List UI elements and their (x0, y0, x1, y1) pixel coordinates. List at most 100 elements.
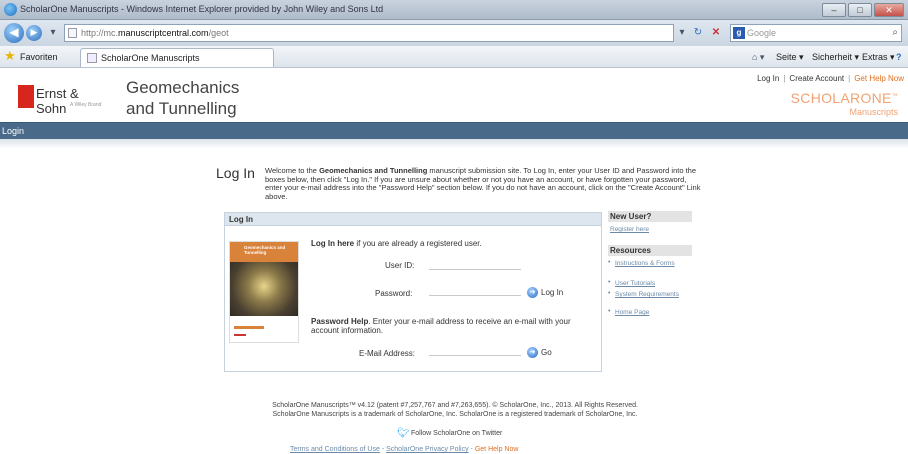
welcome-text: Welcome to the Geomechanics and Tunnelli… (265, 166, 705, 202)
maximize-button[interactable]: □ (848, 3, 872, 17)
twitter-icon[interactable]: 🐦︎ (397, 428, 410, 439)
new-user-heading: New User? (608, 211, 692, 222)
extras-menu[interactable]: Extras ▾ (862, 52, 895, 63)
resources-heading: Resources (608, 245, 692, 256)
nav-login-link[interactable]: Login (2, 126, 24, 136)
privacy-link[interactable]: ScholarOne Privacy Policy (386, 446, 468, 453)
scholarone-sub: Manuscripts (849, 107, 898, 117)
go-arrow-icon: ➜ (527, 287, 538, 298)
register-link[interactable]: Register here (610, 226, 649, 234)
password-help-text: Password Help. Enter your e-mail address… (311, 317, 595, 335)
logo-subtext: A Wiley Brand (70, 102, 102, 108)
journal-title: Geomechanics and Tunnelling (126, 77, 239, 119)
url-dropdown[interactable]: ▾ (676, 25, 688, 41)
url-prefix: http://mc. (81, 28, 119, 38)
tab-page-icon (87, 53, 97, 63)
login-panel: Log In Geomechanics and Tunnelling Log I… (224, 212, 602, 372)
ie-icon (4, 3, 17, 16)
journal-cover-image: Geomechanics and Tunnelling (229, 241, 299, 343)
refresh-icon[interactable]: ↻ (690, 25, 706, 41)
email-label: E-Mail Address: (359, 349, 416, 358)
window-titlebar: ScholarOne Manuscripts - Windows Interne… (0, 0, 908, 20)
browser-tab[interactable]: ScholarOne Manuscripts (80, 48, 274, 67)
login-panel-header: Log In (225, 213, 601, 226)
welcome-pre: Welcome to the (265, 166, 320, 175)
copyright-line-1: ScholarOne Manuscripts™ v4.12 (patent #7… (272, 402, 638, 409)
login-here-rest: if you are already a registered user. (354, 239, 482, 248)
resource-link-tutorials[interactable]: User Tutorials (615, 280, 655, 288)
journal-title-line1: Geomechanics (126, 78, 240, 97)
create-account-link[interactable]: Create Account (789, 74, 844, 83)
help-icon[interactable]: ? (896, 52, 902, 62)
google-icon: g (733, 27, 745, 39)
login-button-label: Log In (541, 288, 564, 297)
login-here-bold: Log In here (311, 239, 355, 248)
bullet-icon: • (608, 279, 611, 286)
copyright-line-2: ScholarOne Manuscripts is a trademark of… (272, 410, 638, 418)
url-field[interactable]: http://mc.manuscriptcentral.com/geot (64, 24, 674, 42)
minimize-button[interactable]: – (822, 3, 846, 17)
page-title: Log In (216, 165, 255, 181)
history-dropdown[interactable]: ▾ (46, 25, 60, 41)
get-help-link[interactable]: Get Help Now (854, 74, 904, 83)
close-window-button[interactable]: ✕ (874, 3, 904, 17)
url-host: manuscriptcentral.com (118, 28, 209, 38)
back-icon[interactable]: ◀ (4, 23, 24, 43)
header-login-link[interactable]: Log In (757, 74, 779, 83)
window-title: ScholarOne Manuscripts - Windows Interne… (20, 4, 384, 14)
resource-link-system-requirements[interactable]: System Requirements (615, 291, 685, 299)
twitter-link[interactable]: Follow ScholarOne on Twitter (411, 430, 502, 437)
cover-footer-mark (234, 334, 246, 336)
address-toolbar: ◀ ▶ ▾ http://mc.manuscriptcentral.com/ge… (0, 20, 908, 46)
bullet-icon: • (608, 259, 611, 266)
security-menu[interactable]: Sicherheit ▾ (812, 52, 859, 63)
login-intro: Log In here if you are already a registe… (311, 239, 482, 248)
journal-title-line2: and Tunnelling (126, 99, 237, 118)
welcome-journal: Geomechanics and Tunnelling (319, 166, 428, 175)
go-arrow-icon: ➜ (527, 347, 538, 358)
login-panel-title: Log In (229, 215, 253, 224)
bullet-icon: • (608, 290, 611, 297)
brand-tm: ™ (891, 93, 898, 100)
search-icon[interactable]: ⌕ (892, 25, 898, 41)
logo-red-block (18, 85, 34, 108)
bullet-icon: • (608, 308, 611, 315)
favorites-bar: ★ Favoriten ScholarOne Manuscripts ⌂ ▾ S… (0, 46, 908, 68)
password-input[interactable] (429, 283, 521, 295)
cover-footer-bar (234, 326, 264, 329)
user-id-input[interactable] (429, 257, 521, 269)
footer-links: Terms and Conditions of Use - ScholarOne… (290, 446, 518, 453)
scholarone-logo: SCHOLARONE™ (791, 90, 898, 106)
search-input[interactable]: g Google ⌕ (730, 24, 902, 42)
password-help-bold: Password Help (311, 317, 369, 326)
resource-link-instructions[interactable]: Instructions & Forms (615, 260, 687, 268)
favorites-button[interactable]: Favoriten (20, 52, 58, 62)
favorites-star-icon[interactable]: ★ (4, 48, 16, 64)
forward-icon[interactable]: ▶ (26, 25, 42, 41)
logo-text: Ernst & Sohn (36, 86, 79, 116)
cover-photo (230, 262, 298, 316)
email-input[interactable] (429, 343, 521, 355)
password-underline (429, 295, 521, 296)
email-underline (429, 355, 521, 356)
terms-link[interactable]: Terms and Conditions of Use (290, 446, 380, 453)
resource-link-home-page[interactable]: Home Page (615, 309, 649, 317)
page-icon (68, 28, 77, 38)
tab-label: ScholarOne Manuscripts (101, 53, 200, 63)
search-placeholder: Google (747, 28, 777, 38)
publisher-logo[interactable]: Ernst & Sohn A Wiley Brand (18, 85, 110, 116)
header-links: Log In | Create Account | Get Help Now (757, 74, 904, 83)
user-id-label: User ID: (385, 261, 415, 270)
brand-main: SCHOLARONE (790, 90, 892, 106)
site-header: Ernst & Sohn A Wiley Brand Geomechanics … (0, 68, 908, 122)
user-id-underline (429, 269, 521, 270)
page-menu[interactable]: Seite ▾ (776, 52, 804, 63)
home-icon[interactable]: ⌂ ▾ (752, 52, 764, 63)
url-path: /geot (208, 28, 229, 38)
site-navbar: Login (0, 122, 908, 139)
copyright-text: ScholarOne Manuscripts™ v4.12 (patent #7… (200, 402, 710, 419)
stop-icon[interactable]: ✕ (708, 25, 724, 41)
navbar-shadow (0, 139, 908, 149)
cover-title: Geomechanics and Tunnelling (244, 245, 286, 255)
footer-help-link[interactable]: Get Help Now (475, 446, 519, 453)
